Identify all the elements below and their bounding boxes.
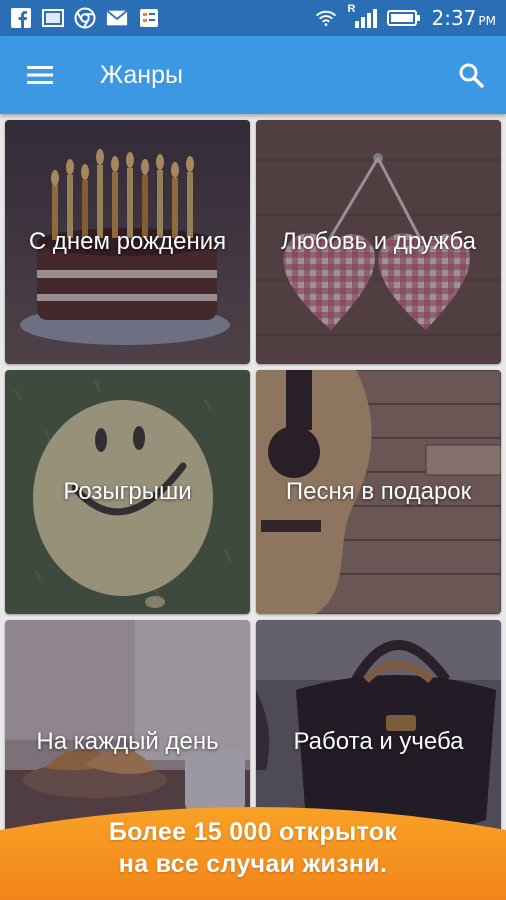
gallery-icon (42, 7, 64, 29)
clock-ampm: PM (478, 14, 496, 28)
promo-line-2: на все случаи жизни. (118, 850, 388, 878)
hamburger-icon (27, 66, 53, 84)
clock-time: 2:37 (431, 6, 477, 30)
mail-icon (106, 7, 128, 29)
roaming-indicator: R (347, 3, 356, 15)
status-bar: R 2:37 PM (0, 0, 506, 36)
genre-tile-love[interactable]: Любовь и дружба (256, 120, 501, 364)
signal-icon: R (347, 3, 378, 29)
screen: R 2:37 PM Жанры С днем рождения Любовь и… (0, 0, 506, 900)
genre-label: Работа и учеба (293, 728, 464, 755)
clipboard-icon (138, 7, 160, 29)
promo-text: Более 15 000 открыток на все случаи жизн… (0, 816, 506, 880)
search-button[interactable] (436, 36, 506, 114)
genre-label: Любовь и дружба (280, 228, 477, 255)
wifi-icon (315, 7, 337, 29)
menu-button[interactable] (0, 36, 80, 114)
genre-tile-birthday[interactable]: С днем рождения (5, 120, 250, 364)
genre-grid: С днем рождения Любовь и дружба Розыгрыш… (5, 120, 501, 864)
facebook-icon (10, 7, 32, 29)
genre-label: С днем рождения (28, 228, 227, 255)
promo-line-1: Более 15 000 открыток (108, 818, 398, 846)
chrome-icon (74, 7, 96, 29)
page-title: Жанры (100, 60, 183, 89)
app-bar: Жанры (0, 36, 506, 114)
genre-tile-pranks[interactable]: Розыгрыши (5, 370, 250, 614)
genre-label: Песня в подарок (285, 478, 472, 505)
clock: 2:37 PM (431, 6, 496, 30)
search-icon (459, 63, 484, 88)
genre-tile-song[interactable]: Песня в подарок (256, 370, 501, 614)
genre-label: На каждый день (36, 728, 219, 755)
genre-label: Розыгрыши (63, 478, 192, 505)
promo-banner[interactable]: Более 15 000 открыток на все случаи жизн… (0, 796, 506, 900)
battery-icon (387, 7, 421, 29)
